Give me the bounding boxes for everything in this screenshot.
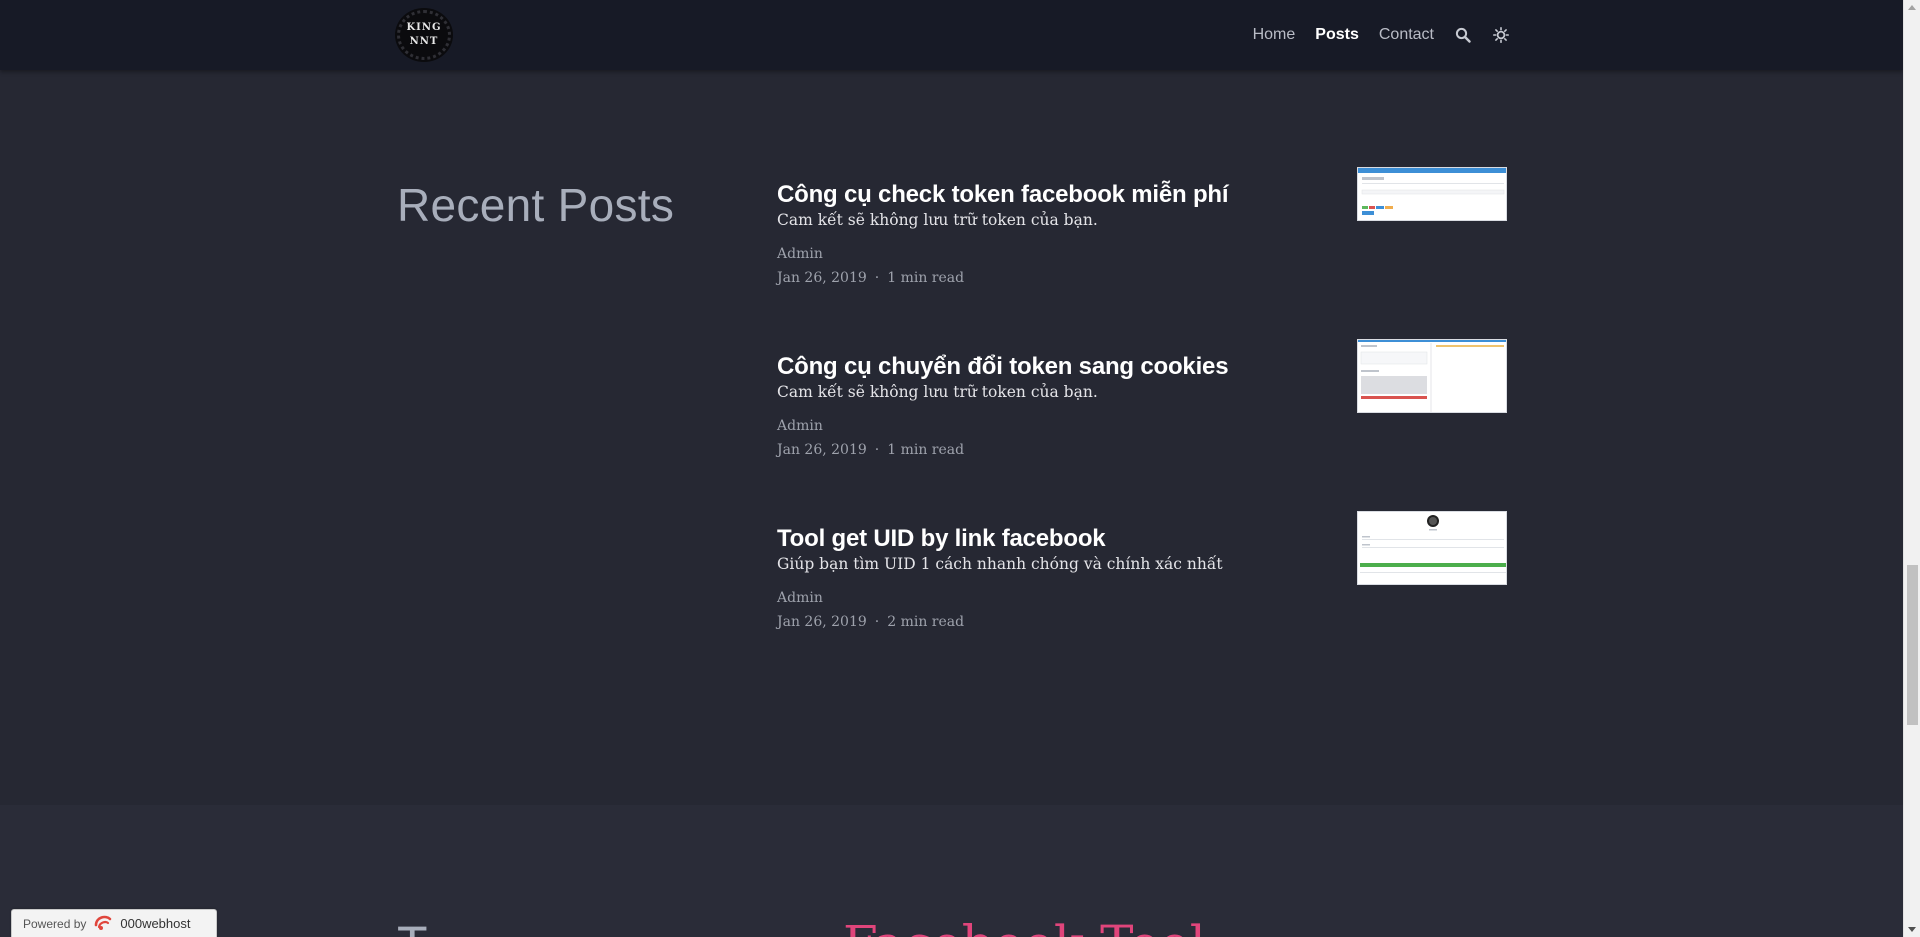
- page: KING NNT Home Posts Contact Recent Posts…: [0, 0, 1903, 937]
- post-card[interactable]: Tool get UID by link facebook Giúp bạn t…: [777, 511, 1507, 654]
- theme-toggle-icon[interactable]: [1492, 26, 1510, 44]
- logo-text-top: KING: [406, 22, 442, 33]
- scrollbar-thumb[interactable]: [1907, 565, 1918, 725]
- meta-separator: ·: [874, 270, 880, 286]
- main-nav: Home Posts Contact: [1253, 0, 1510, 70]
- post-thumbnail[interactable]: [1357, 167, 1507, 221]
- vertical-scrollbar[interactable]: [1903, 0, 1920, 937]
- post-thumbnail[interactable]: [1357, 339, 1507, 413]
- next-section-title: T: [397, 915, 428, 937]
- post-read-time: 1 min read: [887, 442, 965, 458]
- scroll-down-icon[interactable]: [1908, 927, 1916, 932]
- meta-separator: ·: [874, 614, 880, 630]
- post-author[interactable]: Admin: [777, 589, 1507, 607]
- nav-link-posts[interactable]: Posts: [1315, 26, 1359, 44]
- next-section-heading: Facebook Tool: [843, 915, 1206, 937]
- powered-by-badge[interactable]: Powered by 000webhost: [11, 909, 217, 937]
- nav-link-contact[interactable]: Contact: [1379, 26, 1434, 44]
- post-author[interactable]: Admin: [777, 245, 1507, 263]
- post-date: Jan 26, 2019: [777, 270, 867, 286]
- logo-text-bottom: NNT: [409, 36, 439, 47]
- post-date: Jan 26, 2019: [777, 614, 867, 630]
- post-read-time: 2 min read: [887, 614, 965, 630]
- post-card[interactable]: Công cụ chuyển đổi token sang cookies Ca…: [777, 339, 1507, 482]
- badge-brand: 000webhost: [120, 916, 191, 931]
- site-logo[interactable]: KING NNT: [395, 8, 453, 62]
- search-icon[interactable]: [1454, 26, 1472, 44]
- nav-link-home[interactable]: Home: [1253, 26, 1296, 44]
- section-title-recent-posts: Recent Posts: [397, 179, 675, 231]
- post-author[interactable]: Admin: [777, 417, 1507, 435]
- scroll-up-icon[interactable]: [1908, 5, 1916, 10]
- badge-prefix: Powered by: [23, 916, 87, 931]
- post-date: Jan 26, 2019: [777, 442, 867, 458]
- post-thumbnail[interactable]: [1357, 511, 1507, 585]
- post-read-time: 1 min read: [887, 270, 965, 286]
- post-meta: Jan 26, 2019 · 2 min read: [777, 613, 1507, 631]
- post-meta: Jan 26, 2019 · 1 min read: [777, 269, 1507, 287]
- top-navbar: KING NNT Home Posts Contact: [0, 0, 1903, 70]
- 000webhost-logo-icon: [92, 913, 114, 934]
- post-card[interactable]: Công cụ check token facebook miễn phí Ca…: [777, 167, 1507, 310]
- post-meta: Jan 26, 2019 · 1 min read: [777, 441, 1507, 459]
- meta-separator: ·: [874, 442, 880, 458]
